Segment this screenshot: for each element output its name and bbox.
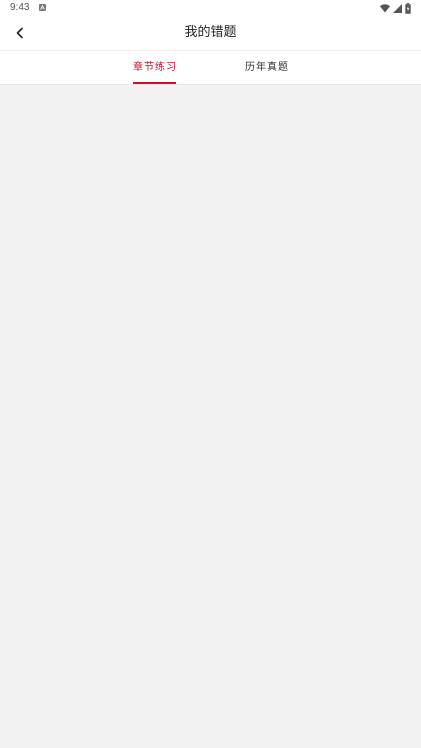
screen: 9:43 我的错题 章节练习 历年真题 xyxy=(0,0,421,748)
back-button[interactable] xyxy=(8,21,32,45)
app-header: 我的错题 xyxy=(0,16,421,50)
status-icons xyxy=(380,2,411,14)
content-area xyxy=(0,85,421,748)
chevron-left-icon xyxy=(14,24,26,43)
a-notification-icon xyxy=(39,4,46,11)
signal-icon xyxy=(393,3,402,13)
tab-past-exams[interactable]: 历年真题 xyxy=(238,51,296,84)
battery-icon xyxy=(405,2,411,14)
tab-chapter-practice[interactable]: 章节练习 xyxy=(126,51,184,84)
page-title: 我的错题 xyxy=(184,25,237,40)
tab-bar: 章节练习 历年真题 xyxy=(0,51,421,84)
status-time: 9:43 xyxy=(10,2,30,13)
wifi-icon xyxy=(380,3,390,13)
status-bar: 9:43 xyxy=(0,0,421,16)
